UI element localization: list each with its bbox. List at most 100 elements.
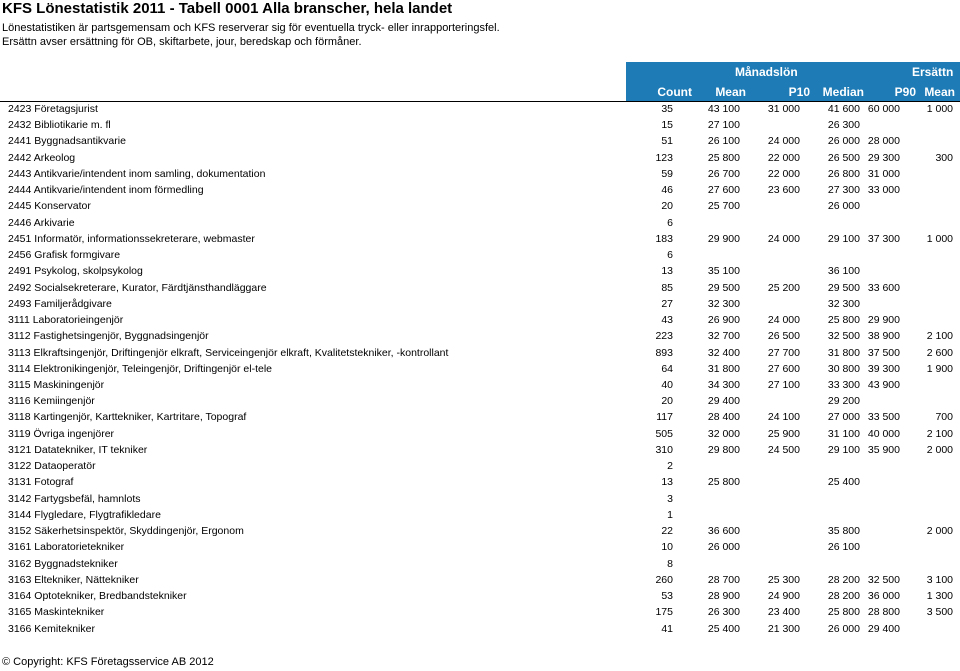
- count-cell: 1: [667, 508, 673, 521]
- mean-salary-cell: 31 800: [707, 362, 740, 375]
- mean-salary-cell: 26 000: [707, 541, 740, 554]
- table-row: 3165 Maskintekniker 175 26 300 23 400 25 800…: [0, 604, 960, 620]
- occupation-name: 2432 Bibliotikarie m. fl: [8, 119, 111, 132]
- count-cell: 64: [661, 362, 673, 375]
- p10-salary-cell: 23 600: [767, 184, 800, 197]
- occupation-name: 3121 Datatekniker, IT tekniker: [8, 443, 148, 456]
- table-row: 2442 Arkeolog 123 25 800 22 000 26 500 29 300…: [0, 150, 960, 166]
- mean-salary-cell: 28 900: [707, 590, 740, 603]
- salary-group-header: Månadslön: [735, 65, 798, 79]
- compensation-mean-cell: 1 000: [926, 103, 953, 115]
- compensation-mean-cell: 2 000: [926, 525, 953, 538]
- count-cell: 183: [655, 232, 673, 245]
- compensation-note: Ersättn avser ersättning för OB, skiftar…: [2, 36, 362, 48]
- compensation-mean-cell: 2 000: [926, 443, 953, 456]
- table-row: 2456 Grafisk formgivare 6: [0, 247, 960, 263]
- count-cell: 53: [661, 590, 673, 603]
- count-cell: 310: [655, 443, 673, 456]
- p90-salary-cell: 40 000: [867, 427, 900, 440]
- mean-salary-cell: 27 100: [707, 119, 740, 132]
- median-salary-cell: 25 400: [827, 476, 860, 489]
- table-row: 2491 Psykolog, skolpsykolog 13 35 100 36 10…: [0, 263, 960, 279]
- mean-salary-cell: 25 800: [707, 151, 740, 164]
- count-cell: 260: [655, 573, 673, 586]
- median-salary-cell: 26 000: [827, 200, 860, 213]
- p90-salary-cell: 60 000: [867, 103, 900, 115]
- count-cell: 6: [667, 216, 673, 229]
- occupation-name: 3115 Maskiningenjör: [8, 378, 105, 391]
- table-row: 3122 Dataoperatör 2: [0, 458, 960, 474]
- disclaimer-note: Lönestatistiken är partsgemensam och KFS…: [2, 22, 500, 34]
- table-row: 3163 Eltekniker, Nättekniker 260 28 700 25 …: [0, 572, 960, 588]
- occupation-name: 3119 Övriga ingenjörer: [8, 427, 115, 440]
- mean-salary-cell: 32 000: [707, 427, 740, 440]
- table-row: 2445 Konservator 20 25 700 26 000: [0, 198, 960, 214]
- mean-salary-cell: 26 700: [707, 167, 740, 180]
- occupation-name: 3114 Elektronikingenjör, Teleingenjör, D…: [8, 362, 273, 375]
- table-row: 3116 Kemiingenjör 20 29 400 29 200: [0, 393, 960, 409]
- count-cell: 6: [667, 249, 673, 262]
- count-cell: 175: [655, 606, 673, 619]
- p10-salary-cell: 21 300: [767, 622, 800, 635]
- occupation-name: 3163 Eltekniker, Nättekniker: [8, 573, 139, 586]
- mean-salary-cell: 29 900: [707, 232, 740, 245]
- table-row: 2446 Arkivarie 6: [0, 215, 960, 231]
- occupation-name: 2442 Arkeolog: [8, 151, 76, 164]
- occupation-name: 3162 Byggnadstekniker: [8, 557, 118, 570]
- occupation-name: 3113 Elkraftsingenjör, Driftingenjör elk…: [8, 346, 449, 359]
- count-cell: 117: [656, 411, 673, 424]
- p10-salary-cell: 24 000: [767, 232, 800, 245]
- count-cell: 13: [661, 476, 673, 489]
- p90-salary-cell: 33 500: [867, 411, 900, 424]
- p10-salary-cell: 26 500: [767, 330, 800, 343]
- count-cell: 3: [667, 492, 673, 505]
- table-row: 2432 Bibliotikarie m. fl 15 27 100 26 300: [0, 117, 960, 133]
- p10-salary-cell: 27 700: [767, 346, 800, 359]
- table-row: 3131 Fotograf 13 25 800 25 400: [0, 474, 960, 490]
- count-cell: 123: [655, 151, 673, 164]
- occupation-name: 2443 Antikvarie/intendent inom samling, …: [8, 167, 266, 180]
- table-row: 2451 Informatör, informationssekreterare…: [0, 231, 960, 247]
- table-row: 3121 Datatekniker, IT tekniker 310 29 800 2…: [0, 442, 960, 458]
- table-row: 3164 Optotekniker, Bredbandstekniker 53 28…: [0, 588, 960, 604]
- mean-salary-cell: 29 400: [707, 395, 740, 408]
- mean-salary-cell: 34 300: [707, 378, 740, 391]
- compensation-mean-cell: 2 100: [926, 330, 953, 343]
- occupation-name: 3122 Dataoperatör: [8, 460, 96, 473]
- occupation-name: 3161 Laboratorietekniker: [8, 541, 125, 554]
- count-cell: 40: [661, 378, 673, 391]
- occupation-name: 3116 Kemiingenjör: [8, 395, 95, 408]
- compensation-mean-cell: 2 600: [926, 346, 953, 359]
- p10-salary-cell: 25 300: [767, 573, 800, 586]
- mean-salary-cell: 32 700: [707, 330, 740, 343]
- p10-salary-cell: 22 000: [767, 151, 800, 164]
- p10-salary-cell: 22 000: [767, 167, 800, 180]
- table-row: 3118 Kartingenjör, Karttekniker, Kartrit…: [0, 409, 960, 425]
- p10-salary-cell: 24 100: [767, 411, 800, 424]
- table-row: 3152 Säkerhetsinspektör, Skyddingenjör, …: [0, 523, 960, 539]
- mean-salary-cell: 25 800: [707, 476, 740, 489]
- mean-salary-cell: 43 100: [707, 103, 740, 115]
- count-cell: 223: [655, 330, 673, 343]
- count-cell: 505: [655, 427, 673, 440]
- p90-salary-cell: 36 000: [867, 590, 900, 603]
- p90-salary-cell: 39 300: [867, 362, 900, 375]
- count-cell: 85: [661, 281, 673, 294]
- table-row: 2444 Antikvarie/intendent inom förmedlin…: [0, 182, 960, 198]
- count-cell: 41: [661, 622, 673, 635]
- mean-salary-cell: 36 600: [707, 525, 740, 538]
- p90-salary-cell: 28 000: [867, 135, 900, 148]
- table-row: 3115 Maskiningenjör 40 34 300 27 100 33 300 4…: [0, 377, 960, 393]
- table-row: 2423 Företagsjurist 35 43 100 31 000 41 600 6…: [0, 101, 960, 117]
- column-header-median: Median: [822, 85, 864, 99]
- p90-salary-cell: 35 900: [867, 443, 900, 456]
- count-cell: 43: [661, 314, 673, 327]
- median-salary-cell: 26 300: [827, 119, 860, 132]
- occupation-name: 3142 Fartygsbefäl, hamnlots: [8, 492, 141, 505]
- p10-salary-cell: 23 400: [767, 606, 800, 619]
- p90-salary-cell: 43 900: [867, 378, 900, 391]
- p90-salary-cell: 31 000: [867, 167, 900, 180]
- mean-salary-cell: 35 100: [707, 265, 740, 278]
- count-cell: 59: [661, 167, 673, 180]
- compensation-mean-cell: 300: [935, 151, 953, 164]
